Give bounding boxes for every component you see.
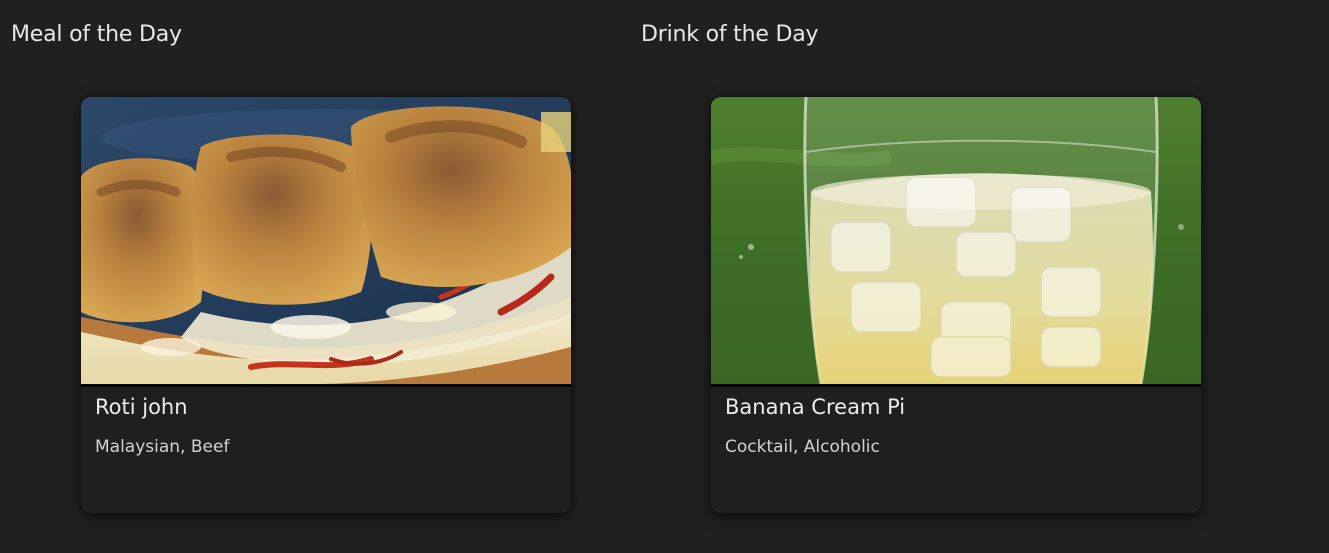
meal-image[interactable] (81, 97, 571, 384)
banana-cream-pi-photo (711, 97, 1201, 384)
drink-of-the-day-section: Drink of the Day Banana Cream Pi Cocktai… (630, 0, 1260, 553)
roti-john-photo (81, 97, 571, 384)
drink-card[interactable]: Banana Cream Pi Cocktail, Alcoholic (711, 97, 1201, 513)
meal-image-divider (81, 384, 571, 387)
drink-image[interactable] (711, 97, 1201, 384)
drink-tags: Cocktail, Alcoholic (725, 437, 880, 457)
drink-image-divider (711, 384, 1201, 387)
meal-name[interactable]: Roti john (95, 395, 188, 419)
drink-name[interactable]: Banana Cream Pi (725, 395, 905, 419)
meal-card[interactable]: Roti john Malaysian, Beef (81, 97, 571, 513)
meal-tags: Malaysian, Beef (95, 437, 230, 457)
drink-section-heading: Drink of the Day (641, 22, 819, 47)
meal-of-the-day-section: Meal of the Day Roti john Malaysian, Bee… (0, 0, 630, 553)
meal-section-heading: Meal of the Day (11, 22, 182, 47)
